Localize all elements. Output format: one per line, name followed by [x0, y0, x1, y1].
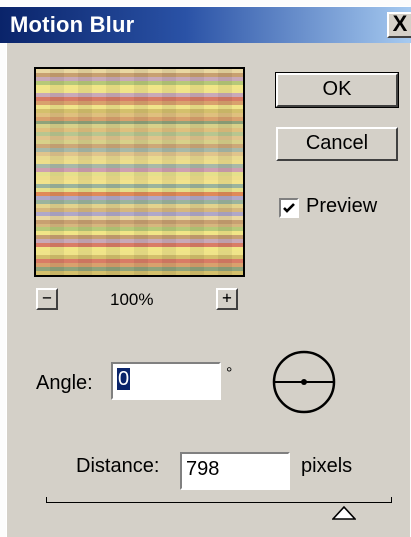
angle-dial-icon[interactable]: [270, 350, 340, 416]
close-button[interactable]: X: [387, 12, 411, 38]
preview-checker-overlay: [36, 69, 243, 275]
zoom-out-button[interactable]: −: [36, 288, 58, 310]
angle-value: 0: [117, 368, 131, 390]
window-title: Motion Blur: [10, 12, 135, 37]
preview-checkbox[interactable]: [279, 198, 299, 218]
slider-tick-right: [391, 497, 392, 503]
slider-thumb-icon[interactable]: [331, 506, 356, 520]
page: Motion Blur X − 100% + OK Cancel Preview…: [0, 0, 411, 537]
zoom-in-button[interactable]: +: [216, 288, 238, 310]
title-bar[interactable]: Motion Blur X: [0, 7, 411, 43]
distance-label: Distance:: [76, 455, 160, 477]
distance-slider[interactable]: [46, 502, 392, 503]
angle-input[interactable]: 0: [111, 362, 221, 400]
preview-image[interactable]: [34, 67, 245, 277]
angle-label: Angle:: [36, 372, 93, 394]
ok-button[interactable]: OK: [275, 72, 399, 108]
distance-unit: pixels: [301, 455, 353, 477]
checkmark-icon: [283, 203, 295, 213]
distance-input[interactable]: 798: [180, 452, 290, 490]
cancel-button[interactable]: Cancel: [276, 127, 398, 161]
zoom-level: 100%: [110, 290, 154, 309]
angle-unit: °: [226, 365, 233, 382]
preview-label[interactable]: Preview: [306, 195, 377, 218]
